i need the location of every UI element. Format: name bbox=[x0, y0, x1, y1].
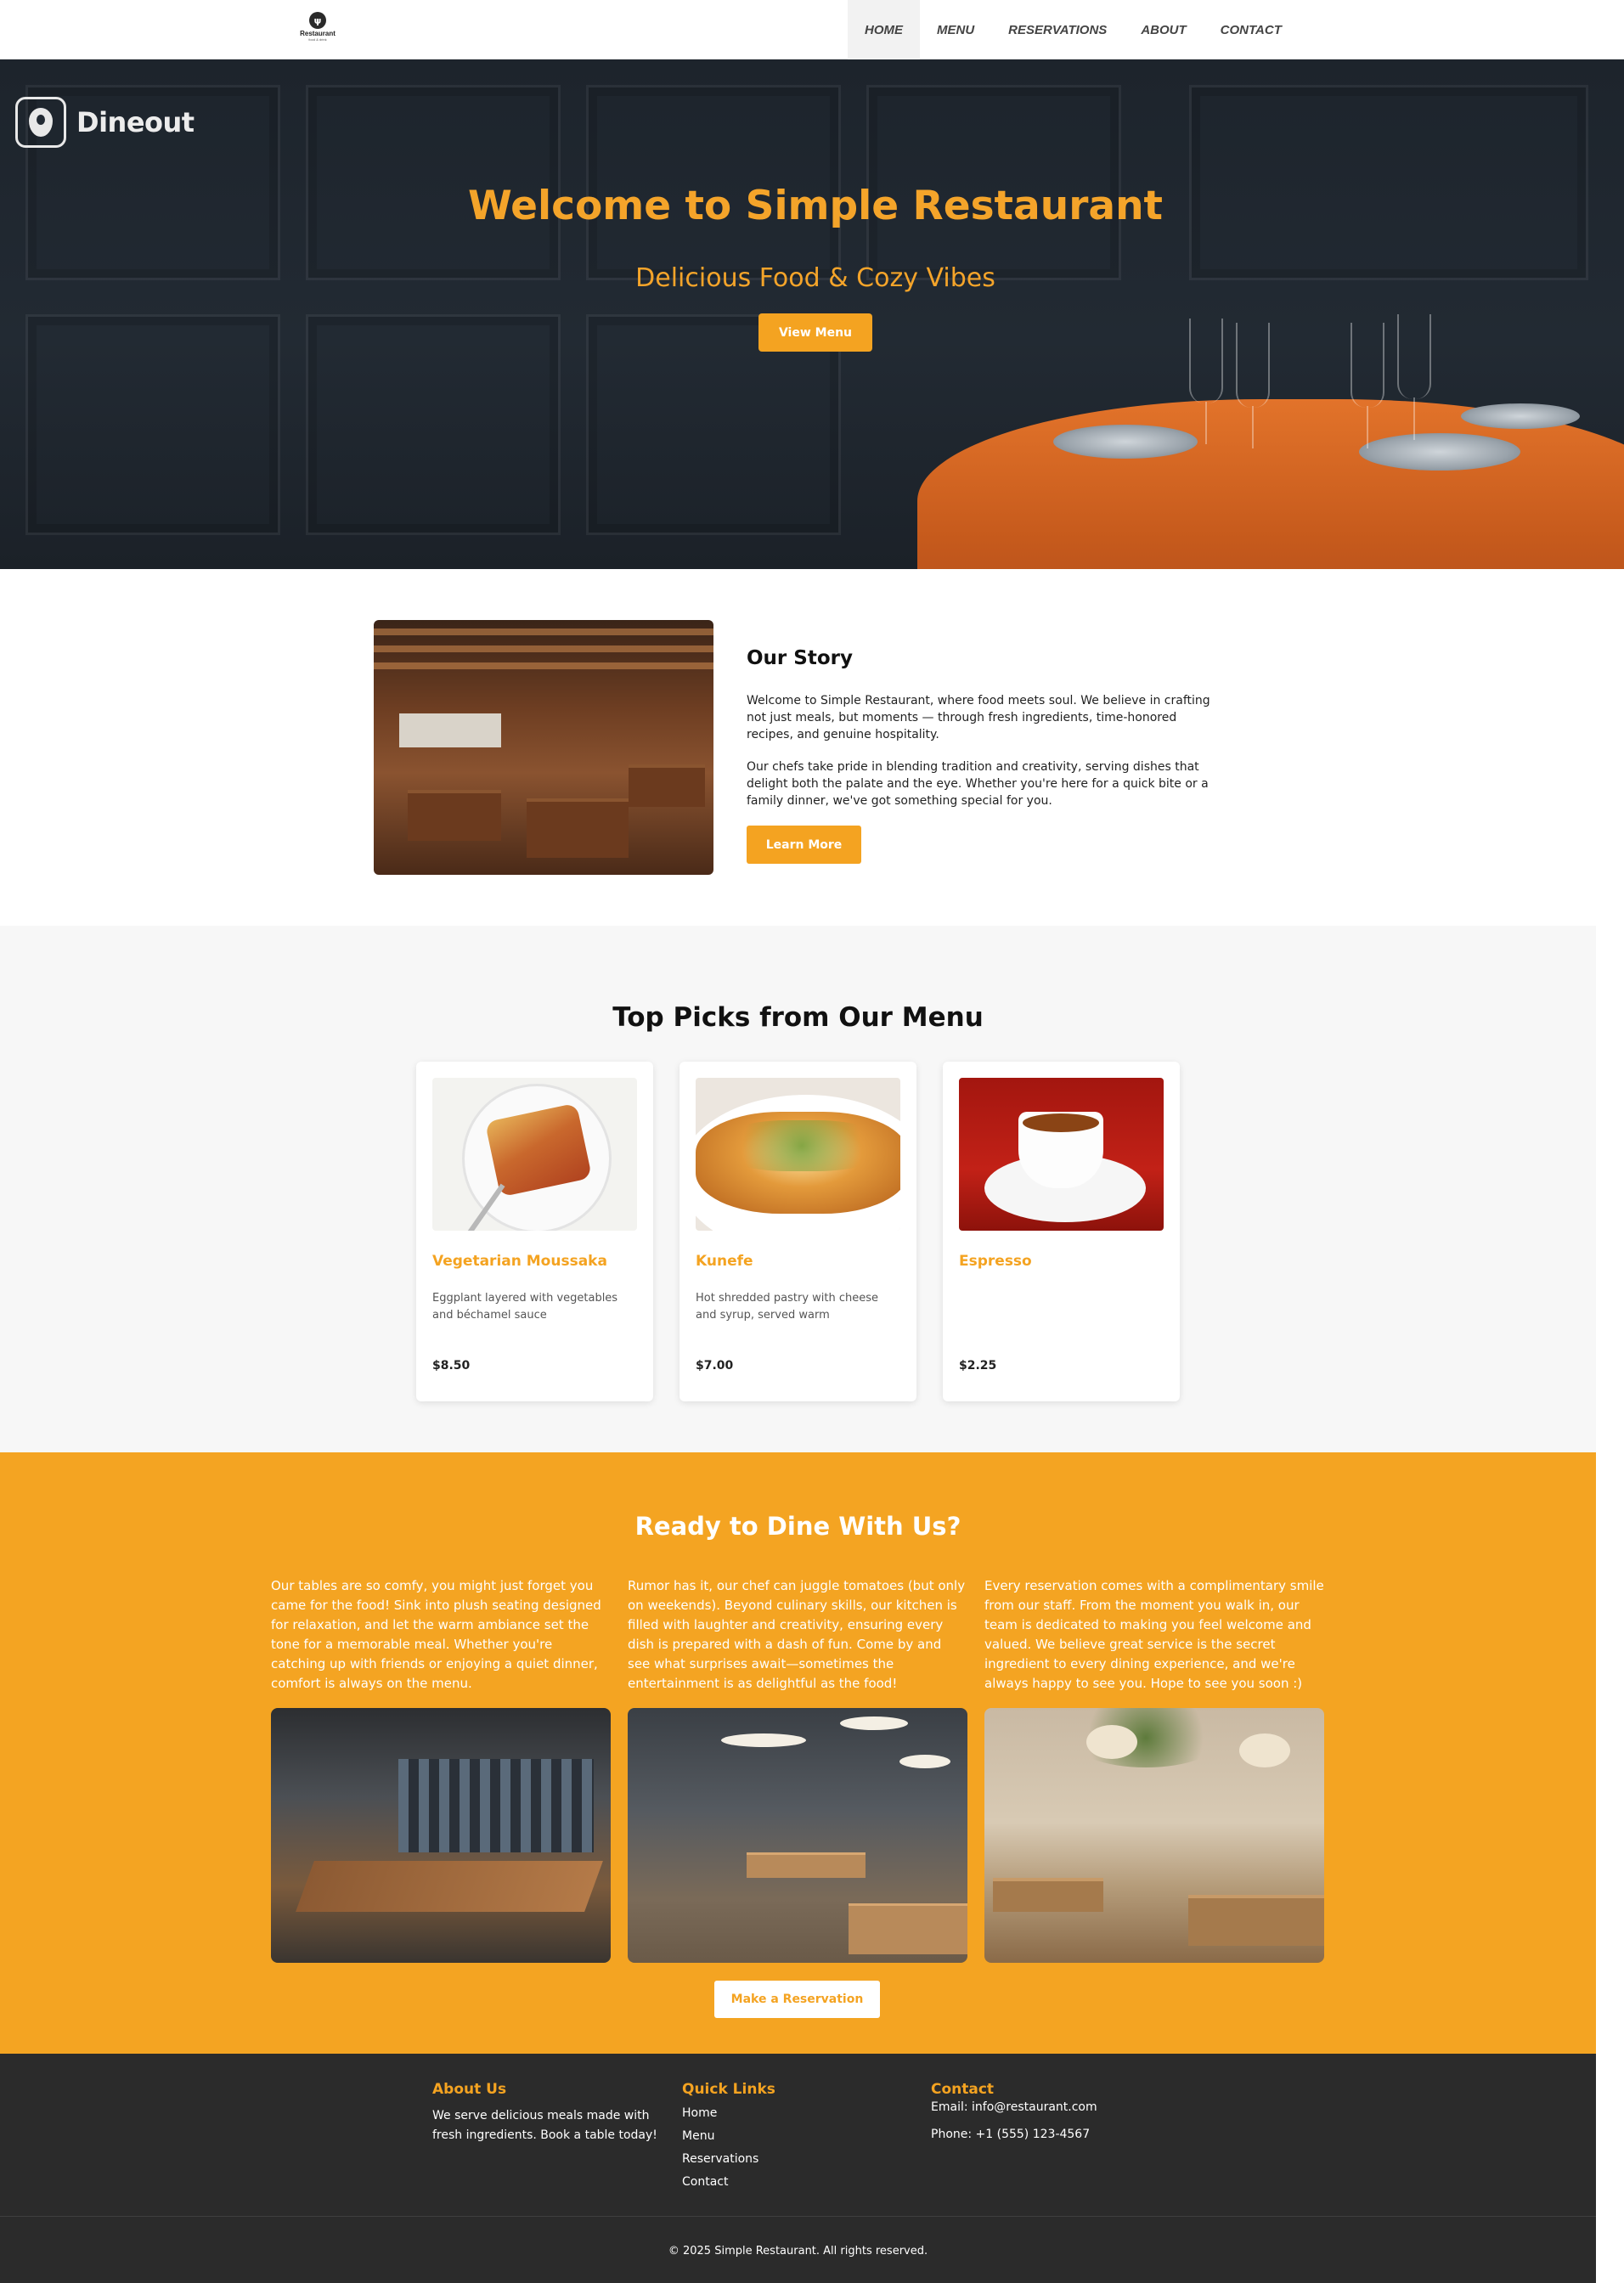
wine-glass bbox=[1397, 314, 1431, 440]
footer-link-home[interactable]: Home bbox=[682, 2106, 717, 2120]
footer-link-reservations[interactable]: Reservations bbox=[682, 2152, 758, 2166]
plate bbox=[1461, 403, 1580, 429]
view-menu-button[interactable]: View Menu bbox=[758, 313, 872, 352]
nav-about[interactable]: ABOUT bbox=[1124, 0, 1203, 59]
rustic-room-image bbox=[984, 1708, 1324, 1963]
our-story-title: Our Story bbox=[747, 647, 853, 669]
menu-section-title: Top Picks from Our Menu bbox=[612, 1002, 984, 1033]
nav-reservations[interactable]: RESERVATIONS bbox=[991, 0, 1124, 59]
dining-table bbox=[629, 764, 705, 807]
footer-divider bbox=[0, 2216, 1596, 2217]
dining-table bbox=[527, 798, 629, 858]
wine-glass bbox=[1189, 318, 1223, 444]
espresso-image bbox=[959, 1078, 1164, 1231]
menu-item-name: Kunefe bbox=[696, 1253, 753, 1270]
kunefe-image bbox=[696, 1078, 900, 1231]
hero-title: Welcome to Simple Restaurant bbox=[467, 183, 1164, 229]
logo-subtext: food & drink bbox=[308, 37, 327, 42]
wall-panel bbox=[25, 314, 280, 535]
footer-contact-heading: Contact bbox=[931, 2081, 995, 2098]
nav-links: HOME MENU RESERVATIONS ABOUT CONTACT bbox=[848, 0, 1299, 59]
menu-card[interactable]: Kunefe Hot shredded pastry with cheese a… bbox=[679, 1062, 916, 1401]
site-footer: About Us We serve delicious meals made w… bbox=[0, 2054, 1596, 2283]
dining-room-image bbox=[628, 1708, 967, 1963]
ceiling-beam bbox=[374, 629, 713, 635]
nav-home[interactable]: HOME bbox=[848, 0, 920, 59]
restaurant-interior-image bbox=[374, 620, 713, 875]
story-paragraph-1: Welcome to Simple Restaurant, where food… bbox=[747, 694, 1210, 741]
footer-links-heading: Quick Links bbox=[682, 2081, 775, 2098]
footer-link-menu[interactable]: Menu bbox=[682, 2129, 714, 2143]
menu-section: Top Picks from Our Menu Vegetarian Mouss… bbox=[0, 926, 1596, 1452]
bar-interior-image bbox=[271, 1708, 611, 1963]
menu-item-price: $8.50 bbox=[432, 1359, 471, 1373]
ceiling-beam bbox=[374, 645, 713, 652]
dine-text-service: Every reservation comes with a complimen… bbox=[984, 1578, 1324, 1691]
copyright-text: © 2025 Simple Restaurant. All rights res… bbox=[668, 2245, 928, 2258]
learn-more-button[interactable]: Learn More bbox=[747, 826, 861, 864]
back-wall bbox=[399, 713, 501, 747]
dining-table bbox=[408, 790, 501, 841]
footer-about-heading: About Us bbox=[432, 2081, 507, 2098]
menu-item-name: Vegetarian Moussaka bbox=[432, 1253, 607, 1270]
make-reservation-button[interactable]: Make a Reservation bbox=[714, 1981, 880, 2018]
restaurant-logo[interactable]: ψ Restaurant food & drink bbox=[299, 12, 336, 46]
ceiling-beam bbox=[374, 662, 713, 669]
wine-glass bbox=[1236, 323, 1270, 448]
fork-knife-icon: ψ bbox=[309, 12, 326, 29]
footer-about-text: We serve delicious meals made with fresh… bbox=[432, 2109, 657, 2142]
nav-contact[interactable]: CONTACT bbox=[1204, 0, 1299, 59]
footer-link-contact[interactable]: Contact bbox=[682, 2175, 728, 2189]
dineout-label: Dineout bbox=[76, 106, 195, 138]
hero-subtitle: Delicious Food & Cozy Vibes bbox=[635, 263, 995, 293]
wine-glass bbox=[1351, 323, 1384, 448]
menu-card[interactable]: Espresso $2.25 bbox=[943, 1062, 1180, 1401]
wall-panel bbox=[306, 314, 561, 535]
dine-text-chef: Rumor has it, our chef can juggle tomato… bbox=[628, 1578, 966, 1691]
dine-text-comfort: Our tables are so comfy, you might just … bbox=[271, 1578, 601, 1691]
menu-item-price: $7.00 bbox=[696, 1359, 734, 1373]
dine-section-title: Ready to Dine With Us? bbox=[634, 1512, 961, 1541]
dineout-pin-icon bbox=[15, 97, 66, 148]
story-paragraph-2: Our chefs take pride in blending traditi… bbox=[747, 760, 1209, 808]
logo-text: Restaurant bbox=[300, 30, 336, 37]
hero-banner: Dineout Welcome to Simple Restaurant Del… bbox=[0, 59, 1624, 569]
plate bbox=[1053, 425, 1198, 459]
menu-card[interactable]: Vegetarian Moussaka Eggplant layered wit… bbox=[416, 1062, 653, 1401]
moussaka-image bbox=[432, 1078, 637, 1231]
menu-item-description: Eggplant layered with vegetables and béc… bbox=[432, 1292, 618, 1322]
top-navbar: ψ Restaurant food & drink HOME MENU RESE… bbox=[0, 0, 1624, 59]
dine-with-us-section: Ready to Dine With Us? Our tables are so… bbox=[0, 1452, 1596, 2054]
footer-phone: Phone: +1 (555) 123-4567 bbox=[931, 2128, 1091, 2141]
footer-email: Email: info@restaurant.com bbox=[931, 2100, 1097, 2114]
plate bbox=[1359, 433, 1520, 471]
menu-item-price: $2.25 bbox=[959, 1359, 997, 1373]
menu-item-name: Espresso bbox=[959, 1253, 1032, 1270]
nav-menu[interactable]: MENU bbox=[920, 0, 991, 59]
menu-item-description: Hot shredded pastry with cheese and syru… bbox=[696, 1292, 879, 1322]
dineout-watermark: Dineout bbox=[15, 97, 195, 148]
